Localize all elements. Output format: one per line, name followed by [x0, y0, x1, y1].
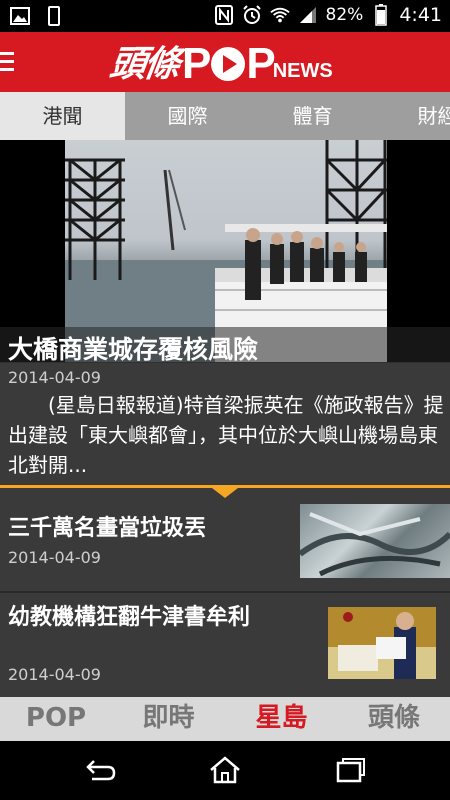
recent-apps-icon[interactable] [330, 755, 370, 785]
nav-instant[interactable]: 即時 [112, 697, 225, 741]
news-item-date: 2014-04-09 [8, 665, 101, 684]
app-logo: 頭條 PP NEWS [107, 36, 333, 88]
news-item-thumbnail [328, 607, 436, 679]
wifi-icon [269, 5, 290, 25]
alarm-icon [242, 5, 262, 25]
logo-pop-text: PP [182, 39, 276, 88]
battery-icon [371, 4, 391, 26]
hero-summary: (星島日報報道)特首梁振英在《施政報告》提出建設「東大嶼都會」，其中位於大嶼山機… [8, 393, 444, 477]
phone-icon [44, 6, 64, 26]
nav-singtao[interactable]: 星島 [225, 697, 338, 741]
battery-percent: 82% [325, 5, 364, 25]
news-item-thumbnail [300, 504, 450, 578]
list-item[interactable]: 三千萬名畫當垃圾丟 2014-04-09 [0, 498, 450, 590]
app-header: 頭條 PP NEWS [0, 32, 450, 92]
hero-story[interactable]: 大橋商業城存覆核風險 2014-04-09 (星島日報報道)特首梁振英在《施政報… [0, 140, 450, 485]
news-item-date: 2014-04-09 [8, 548, 101, 567]
nav-pop[interactable]: POP [0, 697, 112, 741]
nfc-icon [214, 5, 234, 25]
menu-icon[interactable] [0, 52, 14, 72]
home-icon[interactable] [205, 755, 245, 785]
signal-icon [298, 5, 318, 25]
tab-finance[interactable]: 財經 [375, 92, 450, 140]
logo-news-text: NEWS [272, 60, 333, 82]
logo-chinese-text: 頭條 [107, 43, 181, 85]
system-nav-bar [0, 741, 450, 800]
image-notification-icon [10, 6, 30, 26]
play-icon [211, 47, 246, 81]
bottom-nav: POP 即時 星島 頭條 [0, 697, 450, 741]
tab-local[interactable]: 港聞 [0, 92, 125, 140]
pointer-arrow-icon [212, 488, 238, 498]
news-item-title: 三千萬名畫當垃圾丟 [8, 516, 207, 541]
list-item[interactable]: 幼教機構狂翻牛津書牟利 2014-04-09 [0, 593, 450, 697]
hero-date: 2014-04-09 [8, 368, 101, 387]
clock: 4:41 [399, 4, 442, 26]
back-icon[interactable] [80, 755, 120, 785]
news-item-title: 幼教機構狂翻牛津書牟利 [8, 605, 251, 630]
status-bar: 82% 4:41 [0, 0, 450, 32]
category-tabs: 港聞 國際 體育 財經 [0, 92, 450, 140]
tab-international[interactable]: 國際 [125, 92, 250, 140]
tab-sports[interactable]: 體育 [250, 92, 375, 140]
nav-headline[interactable]: 頭條 [338, 697, 450, 741]
hero-title: 大橋商業城存覆核風險 [8, 335, 259, 364]
